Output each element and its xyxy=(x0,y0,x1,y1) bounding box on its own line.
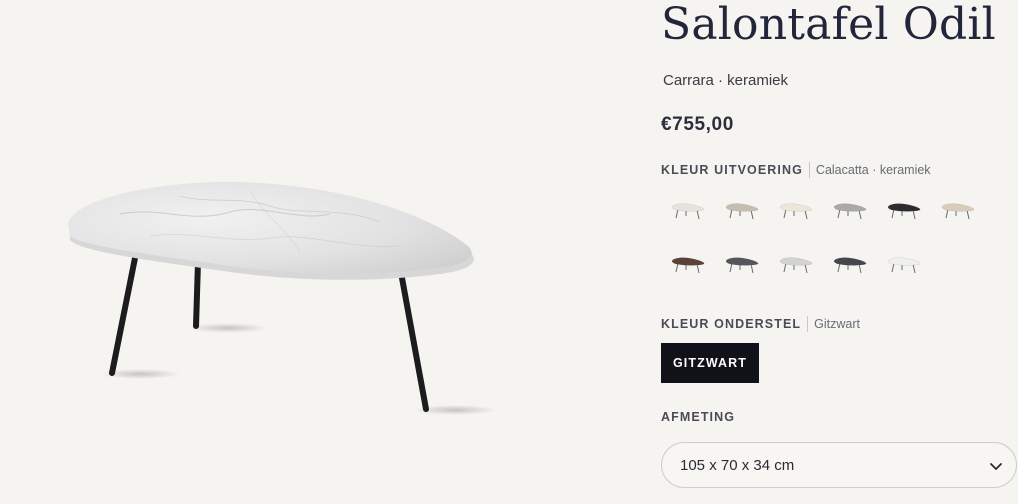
table-thumbnail-icon xyxy=(779,203,813,220)
color-option-value: Calacatta · keramiek xyxy=(815,163,931,177)
table-thumbnail-icon xyxy=(671,203,705,220)
color-swatch[interactable] xyxy=(715,194,769,228)
color-swatch[interactable] xyxy=(661,194,715,228)
size-option-label: AFMETING xyxy=(661,410,736,424)
color-swatch[interactable] xyxy=(823,248,877,282)
color-option-heading: KLEUR UITVOERING Calacatta · keramiek xyxy=(661,162,931,178)
color-swatch[interactable] xyxy=(931,194,985,228)
table-thumbnail-icon xyxy=(941,203,975,220)
size-select-value: 105 x 70 x 34 cm xyxy=(680,456,795,474)
color-swatch[interactable] xyxy=(877,194,931,228)
color-swatch[interactable] xyxy=(877,248,931,282)
color-swatch[interactable] xyxy=(715,248,769,282)
table-thumbnail-icon xyxy=(833,203,867,220)
color-swatch-grid xyxy=(661,194,991,282)
table-thumbnail-icon xyxy=(725,203,759,220)
chevron-down-icon xyxy=(988,458,1004,479)
color-swatch[interactable] xyxy=(823,194,877,228)
table-thumbnail-icon xyxy=(887,203,921,220)
divider xyxy=(808,162,810,178)
product-subtitle: Carrara · keramiek xyxy=(663,72,789,89)
table-illustration xyxy=(68,181,497,415)
product-title: Salontafel Odil xyxy=(661,0,996,50)
table-thumbnail-icon xyxy=(833,257,867,274)
color-swatch[interactable] xyxy=(661,248,715,282)
color-option-label: KLEUR UITVOERING xyxy=(661,163,803,177)
base-option-label: KLEUR ONDERSTEL xyxy=(661,317,802,331)
base-color-button-gitzwart[interactable]: GITZWART xyxy=(661,343,759,383)
divider xyxy=(807,316,809,332)
table-thumbnail-icon xyxy=(671,257,705,274)
product-details: Salontafel Odil Carrara · keramiek €755,… xyxy=(661,0,1018,504)
base-option-heading: KLEUR ONDERSTEL Gitzwart xyxy=(661,316,860,332)
base-option-value: Gitzwart xyxy=(814,317,860,331)
size-option-heading: AFMETING xyxy=(661,410,735,424)
product-image xyxy=(0,0,640,504)
table-thumbnail-icon xyxy=(887,257,921,274)
table-thumbnail-icon xyxy=(779,257,813,274)
color-swatch[interactable] xyxy=(769,194,823,228)
size-select[interactable]: 105 x 70 x 34 cm xyxy=(661,442,1017,488)
color-swatch[interactable] xyxy=(769,248,823,282)
table-thumbnail-icon xyxy=(725,257,759,274)
product-price: €755,00 xyxy=(661,114,734,135)
